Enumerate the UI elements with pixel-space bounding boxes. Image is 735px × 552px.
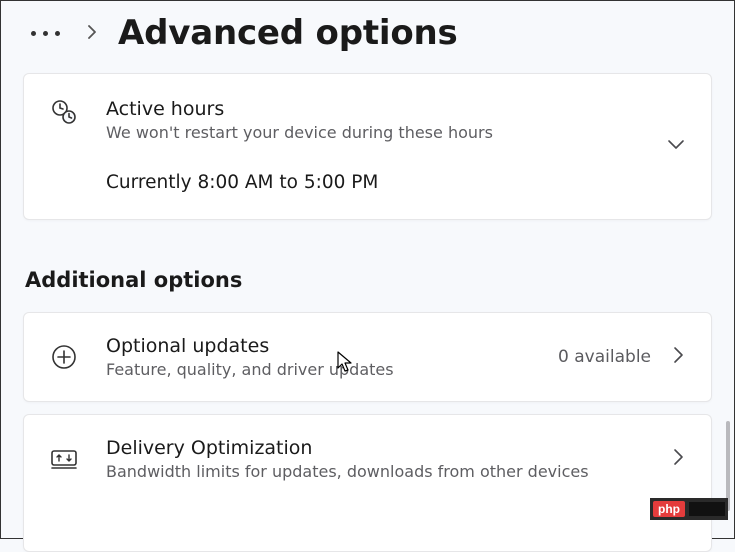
optional-updates-card[interactable]: Optional updates Feature, quality, and d… [23, 312, 712, 402]
chevron-right-icon[interactable] [80, 23, 104, 44]
active-hours-subtitle: We won't restart your device during thes… [106, 123, 639, 142]
breadcrumb: Advanced options [1, 1, 734, 73]
more-icon[interactable] [25, 25, 66, 42]
active-hours-card[interactable]: Active hours We won't restart your devic… [23, 73, 712, 220]
plus-circle-icon [50, 344, 78, 370]
active-hours-status: Currently 8:00 AM to 5:00 PM [106, 172, 639, 193]
active-hours-title: Active hours [106, 98, 639, 120]
optional-updates-subtitle: Feature, quality, and driver updates [106, 360, 530, 379]
optional-updates-title: Optional updates [106, 335, 530, 357]
chevron-right-icon [673, 448, 685, 470]
network-icon [50, 448, 78, 470]
additional-options-heading: Additional options [25, 268, 712, 292]
delivery-optimization-card[interactable]: Delivery Optimization Bandwidth limits f… [23, 414, 712, 552]
clock-icon [50, 98, 78, 126]
delivery-optimization-title: Delivery Optimization [106, 437, 645, 459]
delivery-optimization-subtitle: Bandwidth limits for updates, downloads … [106, 462, 645, 481]
chevron-down-icon [667, 136, 685, 155]
watermark-label: php [653, 501, 685, 517]
page-title: Advanced options [118, 13, 458, 53]
watermark: php [650, 498, 728, 520]
optional-updates-count: 0 available [558, 347, 651, 367]
chevron-right-icon [673, 346, 685, 368]
